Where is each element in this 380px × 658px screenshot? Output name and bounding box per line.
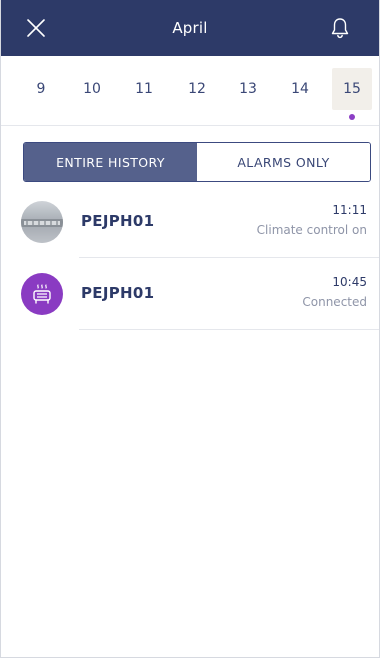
history-screen: April 9 10 11 12 13 14 15 ENTIRE HISTORY… [0, 0, 380, 658]
close-icon [27, 19, 45, 37]
date-14[interactable]: 14 [280, 68, 320, 110]
device-name: PEJPH01 [81, 212, 155, 230]
date-12[interactable]: 12 [177, 68, 217, 110]
event-time: 11:11 [332, 203, 367, 217]
date-11[interactable]: 11 [124, 68, 164, 110]
alarms-only-tab[interactable]: ALARMS ONLY [197, 143, 370, 181]
date-15-selected[interactable]: 15 [332, 68, 372, 110]
date-10[interactable]: 10 [72, 68, 112, 110]
date-13[interactable]: 13 [228, 68, 268, 110]
date-strip: 9 10 11 12 13 14 15 [1, 56, 379, 126]
device-photo-avatar [21, 201, 63, 243]
event-time: 10:45 [332, 275, 367, 289]
close-button[interactable] [23, 15, 49, 41]
heater-avatar [21, 273, 63, 315]
device-name: PEJPH01 [81, 284, 155, 302]
notifications-button[interactable] [327, 15, 353, 41]
row-divider [79, 329, 379, 330]
event-marker-dot [349, 114, 355, 120]
bell-icon [331, 18, 349, 39]
event-status: Climate control on [256, 223, 367, 237]
device-photo-icon [21, 219, 63, 243]
page-title: April [172, 19, 208, 37]
header-bar: April [1, 0, 379, 56]
date-9[interactable]: 9 [21, 68, 61, 110]
history-row[interactable]: PEJPH01 11:11 Climate control on [1, 186, 379, 258]
history-row[interactable]: PEJPH01 10:45 Connected [1, 258, 379, 330]
heater-icon [33, 284, 51, 304]
entire-history-tab[interactable]: ENTIRE HISTORY [24, 143, 197, 181]
history-filter: ENTIRE HISTORY ALARMS ONLY [23, 142, 371, 182]
history-list: PEJPH01 11:11 Climate control on PEJPH01 [1, 186, 379, 330]
event-status: Connected [302, 295, 367, 309]
